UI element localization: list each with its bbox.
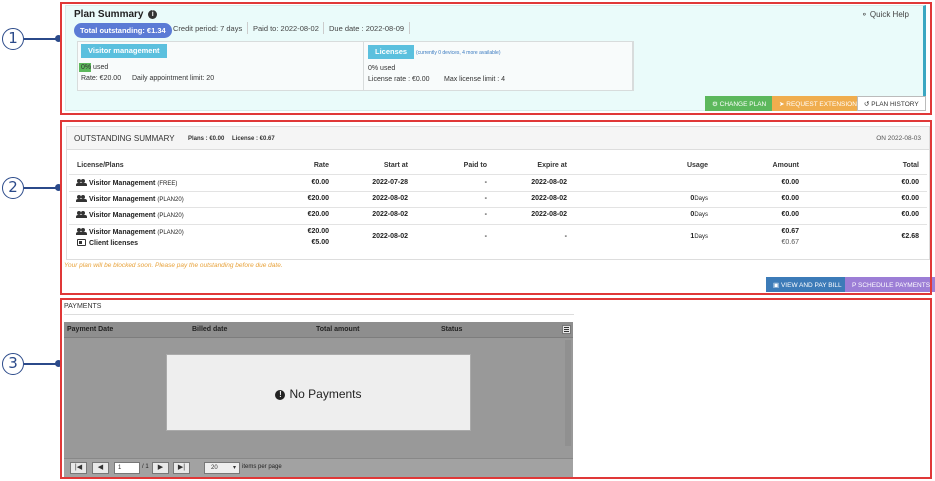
callout-line-1 bbox=[24, 38, 56, 40]
callout-marker-1: 1 bbox=[2, 28, 24, 50]
callout-marker-2: 2 bbox=[2, 177, 24, 199]
section-1-outline bbox=[60, 2, 932, 115]
section-2-outline bbox=[60, 120, 932, 295]
callout-line-2 bbox=[24, 187, 56, 189]
callout-line-3 bbox=[24, 363, 56, 365]
callout-marker-3: 3 bbox=[2, 353, 24, 375]
section-3-outline bbox=[60, 298, 932, 479]
